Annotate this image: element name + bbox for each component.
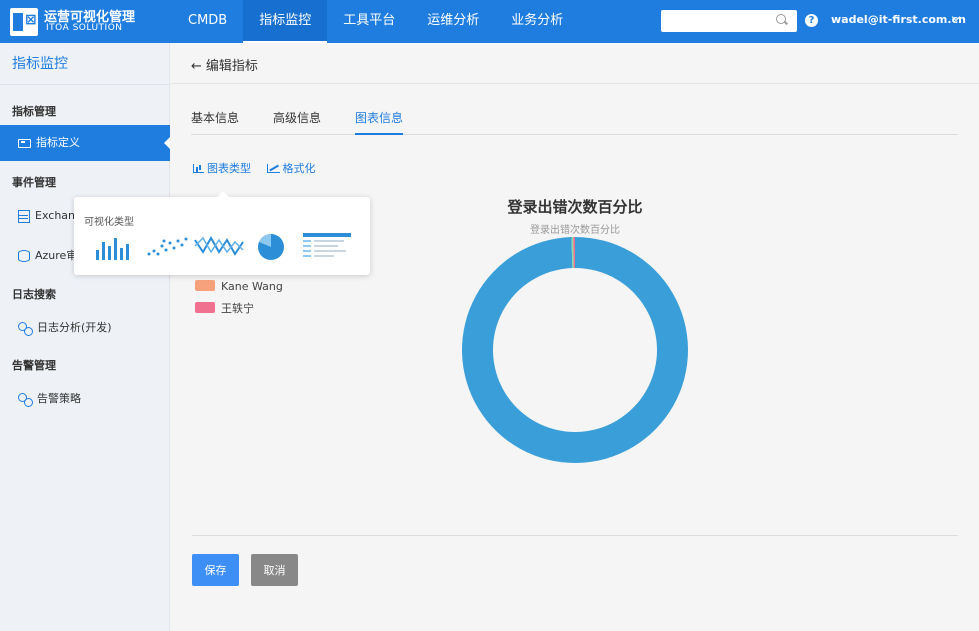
scatter-chart-icon[interactable] — [146, 232, 188, 262]
subtab-chart-type[interactable]: 图表类型 — [193, 160, 251, 176]
logo-icon: ⊠ — [10, 8, 38, 36]
nav-item-metric-monitoring[interactable]: 指标监控 — [243, 0, 328, 43]
sidebar-group-metric-management: 指标管理 — [12, 105, 56, 118]
popover-title: 可视化类型 — [84, 217, 134, 228]
link-icon — [18, 322, 33, 336]
nav-item-business-analysis[interactable]: 业务分析 — [495, 0, 579, 43]
main-nav: CMDB 指标监控 工具平台 运维分析 业务分析 — [172, 0, 579, 43]
line-chart-icon — [266, 164, 280, 173]
nav-item-tools[interactable]: 工具平台 — [327, 0, 411, 43]
arrow-left-icon: ← — [191, 59, 202, 74]
legend-swatch — [195, 280, 215, 291]
save-button[interactable]: 保存 — [192, 554, 239, 586]
sidebar-group-log-search: 日志搜索 — [12, 288, 56, 301]
search-icon[interactable] — [776, 14, 786, 24]
back-link[interactable]: ← 编辑指标 — [191, 55, 258, 74]
sidebar-group-event-management: 事件管理 — [12, 176, 56, 189]
card-icon — [18, 138, 31, 148]
subtab-format[interactable]: 格式化 — [266, 160, 316, 176]
sidebar-item-alert-policy[interactable]: 告警策略 — [0, 381, 170, 417]
divider — [192, 535, 958, 536]
donut-chart — [462, 237, 688, 463]
line-chart-icon[interactable] — [194, 232, 244, 262]
server-icon — [18, 209, 30, 223]
pie-slice-0[interactable] — [462, 237, 688, 463]
user-email[interactable]: wadel@it-first.com.cn — [831, 13, 966, 26]
help-icon[interactable]: ? — [805, 14, 818, 27]
database-icon — [18, 250, 30, 262]
link-icon — [18, 393, 33, 407]
cancel-button[interactable]: 取消 — [251, 554, 298, 586]
app-subtitle: ITOA SOLUTION — [46, 23, 123, 33]
chart-title: 登录出错次数百分比 — [507, 198, 643, 216]
sidebar: 指标监控 指标管理 指标定义 事件管理 Exchange Azure审 日志搜索… — [0, 43, 170, 631]
bar-chart-icon — [193, 164, 204, 173]
tab-bar: 基本信息 高级信息 图表信息 — [191, 109, 958, 135]
sidebar-item-log-analysis[interactable]: 日志分析(开发) — [0, 310, 170, 346]
tab-advanced-info[interactable]: 高级信息 — [273, 109, 321, 135]
legend-item[interactable]: 王轶宁 — [195, 300, 254, 316]
nav-item-cmdb[interactable]: CMDB — [172, 0, 243, 43]
legend-item[interactable]: Kane Wang — [195, 280, 283, 293]
sidebar-title: 指标监控 — [0, 43, 170, 85]
app-logo[interactable]: ⊠ 运营可视化管理 ITOA SOLUTION — [10, 7, 170, 37]
divider — [171, 83, 979, 84]
table-icon[interactable] — [302, 232, 352, 262]
chart-subtitle: 登录出错次数百分比 — [530, 225, 620, 236]
nav-item-ops-analysis[interactable]: 运维分析 — [411, 0, 495, 43]
pie-chart-icon[interactable] — [256, 232, 286, 262]
tab-chart-info[interactable]: 图表信息 — [355, 109, 404, 135]
legend-swatch — [195, 302, 215, 313]
sidebar-item-metric-definition[interactable]: 指标定义 — [0, 125, 170, 161]
visualization-type-popover: 可视化类型 — [74, 191, 370, 275]
tab-basic-info[interactable]: 基本信息 — [191, 109, 239, 135]
chart-subtabs: 图表类型 格式化 — [193, 160, 328, 176]
sidebar-group-alert-management: 告警管理 — [12, 359, 56, 372]
top-navigation-bar: ⊠ 运营可视化管理 ITOA SOLUTION CMDB 指标监控 工具平台 运… — [0, 0, 979, 43]
page-title: 编辑指标 — [205, 59, 258, 74]
bar-chart-icon[interactable] — [94, 232, 130, 262]
